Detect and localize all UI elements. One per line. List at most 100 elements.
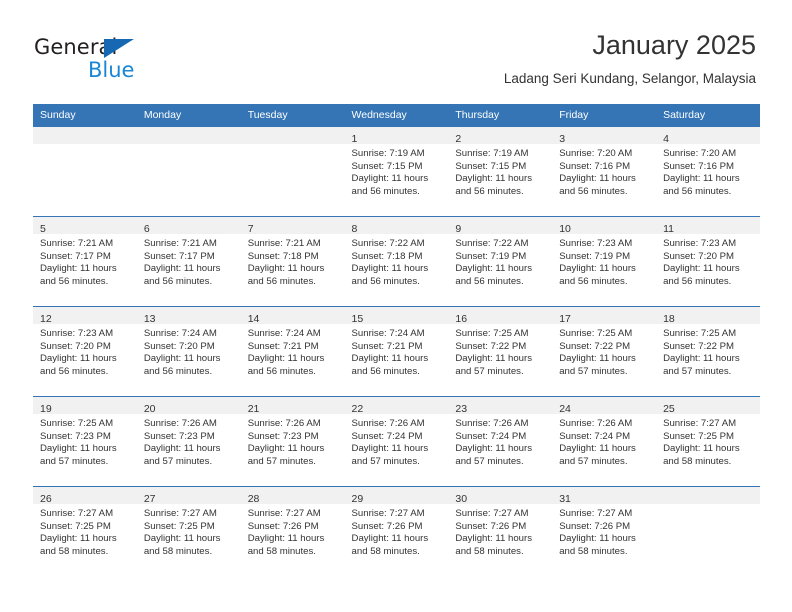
day-cell-body: Sunrise: 7:19 AM Sunset: 7:15 PM Daylight:…: [345, 144, 449, 198]
day-cell[interactable]: 24 Sunrise: 7:26 AM Sunset: 7:24 PM Dayligh…: [552, 396, 657, 487]
day-number: 26: [40, 493, 52, 505]
day-number-band: 24: [552, 397, 657, 415]
day-cell[interactable]: 21 Sunrise: 7:26 AM Sunset: 7:23 PM Dayligh…: [240, 396, 345, 487]
day-cell[interactable]: 20 Sunrise: 7:26 AM Sunset: 7:23 PM Dayligh…: [136, 396, 241, 487]
sunrise-text: Sunrise: 7:24 AM: [143, 328, 217, 339]
day-number: 13: [143, 313, 156, 325]
sunrise-text: Sunrise: 7:27 AM: [247, 508, 321, 519]
day-cell-body: Sunrise: 7:20 AM Sunset: 7:16 PM Daylight:…: [656, 144, 760, 198]
day-cell[interactable]: 29 Sunrise: 7:27 AM Sunset: 7:26 PM Dayligh…: [344, 486, 449, 576]
daylight-text-line1: Daylight: 11 hours: [351, 443, 429, 455]
day-cell-body: Sunrise: 7:27 AM Sunset: 7:25 PM Daylight:…: [137, 504, 241, 558]
day-number-band: 25: [656, 397, 760, 415]
day-cell[interactable]: 31 Sunrise: 7:27 AM Sunset: 7:26 PM Dayligh…: [552, 486, 657, 576]
day-cell-body: Sunrise: 7:20 AM Sunset: 7:16 PM Daylight:…: [552, 144, 656, 198]
day-cell[interactable]: 5 Sunrise: 7:21 AM Sunset: 7:17 PM Daylight…: [33, 216, 137, 307]
sunrise-text: Sunrise: 7:21 AM: [247, 238, 321, 249]
day-cell[interactable]: 28 Sunrise: 7:27 AM Sunset: 7:26 PM Dayligh…: [240, 486, 345, 576]
sunrise-text: Sunrise: 7:20 AM: [559, 148, 633, 159]
day-number-band: 21: [240, 397, 345, 415]
day-cell[interactable]: 18 Sunrise: 7:25 AM Sunset: 7:22 PM Dayligh…: [656, 306, 760, 397]
day-cell-body: Sunrise: 7:24 AM Sunset: 7:21 PM Daylight:…: [345, 324, 449, 378]
sunrise-text: Sunrise: 7:26 AM: [143, 418, 217, 429]
day-cell[interactable]: 14 Sunrise: 7:24 AM Sunset: 7:21 PM Dayligh…: [240, 306, 345, 397]
day-cell-body: Sunrise: 7:26 AM Sunset: 7:24 PM Daylight:…: [448, 414, 552, 468]
day-cell[interactable]: 9 Sunrise: 7:22 AM Sunset: 7:19 PM Daylight…: [448, 216, 553, 307]
daylight-text-line2: and 56 minutes.: [663, 275, 732, 287]
day-cell[interactable]: 1 Sunrise: 7:19 AM Sunset: 7:15 PM Daylight…: [344, 127, 449, 217]
brand-logo[interactable]: General Blue: [34, 36, 234, 88]
day-cell[interactable]: 30 Sunrise: 7:27 AM Sunset: 7:26 PM Dayligh…: [448, 486, 553, 576]
day-number: 4: [663, 133, 669, 145]
day-cell[interactable]: 3 Sunrise: 7:20 AM Sunset: 7:16 PM Daylight…: [552, 127, 657, 217]
day-cell-body: Sunrise: 7:21 AM Sunset: 7:17 PM Daylight:…: [137, 234, 241, 288]
daylight-text-line1: Daylight: 11 hours: [455, 533, 532, 545]
day-cell-empty: [136, 127, 241, 217]
daylight-text-line1: Daylight: 11 hours: [351, 353, 429, 365]
day-cell-body: Sunrise: 7:25 AM Sunset: 7:22 PM Daylight:…: [656, 324, 760, 378]
day-cell-body: Sunrise: 7:25 AM Sunset: 7:22 PM Daylight:…: [552, 324, 656, 378]
day-cell[interactable]: 27 Sunrise: 7:27 AM Sunset: 7:25 PM Dayligh…: [136, 486, 241, 576]
day-cell[interactable]: 22 Sunrise: 7:26 AM Sunset: 7:24 PM Dayligh…: [344, 396, 449, 487]
daylight-text-line1: Daylight: 11 hours: [247, 443, 325, 455]
day-cell-body: Sunrise: 7:21 AM Sunset: 7:17 PM Daylight:…: [33, 234, 137, 288]
daylight-text-line1: Daylight: 11 hours: [455, 263, 532, 275]
day-number-band: 1: [344, 127, 449, 145]
day-cell[interactable]: 11 Sunrise: 7:23 AM Sunset: 7:20 PM Dayligh…: [656, 216, 760, 307]
daylight-text-line2: and 58 minutes.: [247, 545, 316, 557]
day-cell[interactable]: 12 Sunrise: 7:23 AM Sunset: 7:20 PM Dayligh…: [33, 306, 137, 397]
day-cell[interactable]: 17 Sunrise: 7:25 AM Sunset: 7:22 PM Dayligh…: [552, 306, 657, 397]
daylight-text-line1: Daylight: 11 hours: [663, 443, 740, 455]
day-cell[interactable]: 19 Sunrise: 7:25 AM Sunset: 7:23 PM Dayligh…: [33, 396, 137, 487]
sunset-text: Sunset: 7:20 PM: [143, 340, 215, 352]
calendar-week-row: 26 Sunrise: 7:27 AM Sunset: 7:25 PM Dayligh…: [33, 486, 760, 576]
day-cell[interactable]: 26 Sunrise: 7:27 AM Sunset: 7:25 PM Dayligh…: [33, 486, 137, 576]
day-cell[interactable]: 8 Sunrise: 7:22 AM Sunset: 7:18 PM Daylight…: [344, 216, 449, 307]
day-cell-body: Sunrise: 7:22 AM Sunset: 7:18 PM Daylight:…: [345, 234, 449, 288]
sunrise-text: Sunrise: 7:26 AM: [351, 418, 425, 429]
day-number-band: 8: [344, 217, 449, 235]
day-cell-body: Sunrise: 7:23 AM Sunset: 7:20 PM Daylight:…: [33, 324, 137, 378]
page-subtitle: Ladang Seri Kundang, Selangor, Malaysia: [503, 71, 756, 86]
daylight-text-line1: Daylight: 11 hours: [40, 533, 117, 545]
day-number-band: 27: [136, 487, 241, 505]
calendar-body: 1 Sunrise: 7:19 AM Sunset: 7:15 PM Daylight…: [33, 127, 760, 576]
daylight-text-line2: and 56 minutes.: [663, 185, 732, 197]
day-cell-body: Sunrise: 7:26 AM Sunset: 7:24 PM Daylight:…: [345, 414, 449, 468]
day-cell[interactable]: 16 Sunrise: 7:25 AM Sunset: 7:22 PM Dayligh…: [448, 306, 553, 397]
weekday-header-tuesday: Tuesday: [240, 104, 345, 127]
day-cell[interactable]: 13 Sunrise: 7:24 AM Sunset: 7:20 PM Dayligh…: [136, 306, 241, 397]
sunset-text: Sunset: 7:15 PM: [351, 160, 423, 172]
day-number-band: 4: [656, 127, 760, 145]
day-number-band: 10: [552, 217, 657, 235]
daylight-text-line1: Daylight: 11 hours: [40, 353, 117, 365]
daylight-text-line2: and 58 minutes.: [40, 545, 109, 557]
day-cell[interactable]: 10 Sunrise: 7:23 AM Sunset: 7:19 PM Dayligh…: [552, 216, 657, 307]
sunset-text: Sunset: 7:23 PM: [247, 430, 319, 442]
daylight-text-line2: and 57 minutes.: [40, 455, 109, 467]
day-cell[interactable]: 23 Sunrise: 7:26 AM Sunset: 7:24 PM Dayligh…: [448, 396, 553, 487]
day-number: 3: [559, 133, 566, 145]
sunset-text: Sunset: 7:16 PM: [663, 160, 734, 172]
day-cell-body: Sunrise: 7:24 AM Sunset: 7:20 PM Daylight:…: [137, 324, 241, 378]
calendar-week-row: 1 Sunrise: 7:19 AM Sunset: 7:15 PM Daylight…: [33, 127, 760, 217]
day-cell-empty: [33, 127, 137, 217]
daylight-text-line2: and 57 minutes.: [559, 365, 628, 377]
day-cell[interactable]: 7 Sunrise: 7:21 AM Sunset: 7:18 PM Daylight…: [240, 216, 345, 307]
day-number-band: 14: [240, 307, 345, 325]
day-cell[interactable]: 4 Sunrise: 7:20 AM Sunset: 7:16 PM Daylight…: [656, 127, 760, 217]
day-number-band: [656, 487, 760, 504]
sunset-text: Sunset: 7:25 PM: [40, 520, 111, 532]
daylight-text-line1: Daylight: 11 hours: [663, 173, 740, 185]
day-number: 23: [455, 403, 468, 415]
day-cell[interactable]: 25 Sunrise: 7:27 AM Sunset: 7:25 PM Dayligh…: [656, 396, 760, 487]
day-number-band: 23: [448, 397, 553, 415]
sunset-text: Sunset: 7:25 PM: [663, 430, 734, 442]
day-cell[interactable]: 6 Sunrise: 7:21 AM Sunset: 7:17 PM Daylight…: [136, 216, 241, 307]
day-cell[interactable]: 15 Sunrise: 7:24 AM Sunset: 7:21 PM Dayligh…: [344, 306, 449, 397]
calendar-week-row: 12 Sunrise: 7:23 AM Sunset: 7:20 PM Dayligh…: [33, 306, 760, 397]
day-number: 5: [40, 223, 46, 235]
day-number-band: 19: [33, 397, 137, 415]
weekday-header-wednesday: Wednesday: [344, 104, 449, 127]
day-cell[interactable]: 2 Sunrise: 7:19 AM Sunset: 7:15 PM Daylight…: [448, 127, 553, 217]
